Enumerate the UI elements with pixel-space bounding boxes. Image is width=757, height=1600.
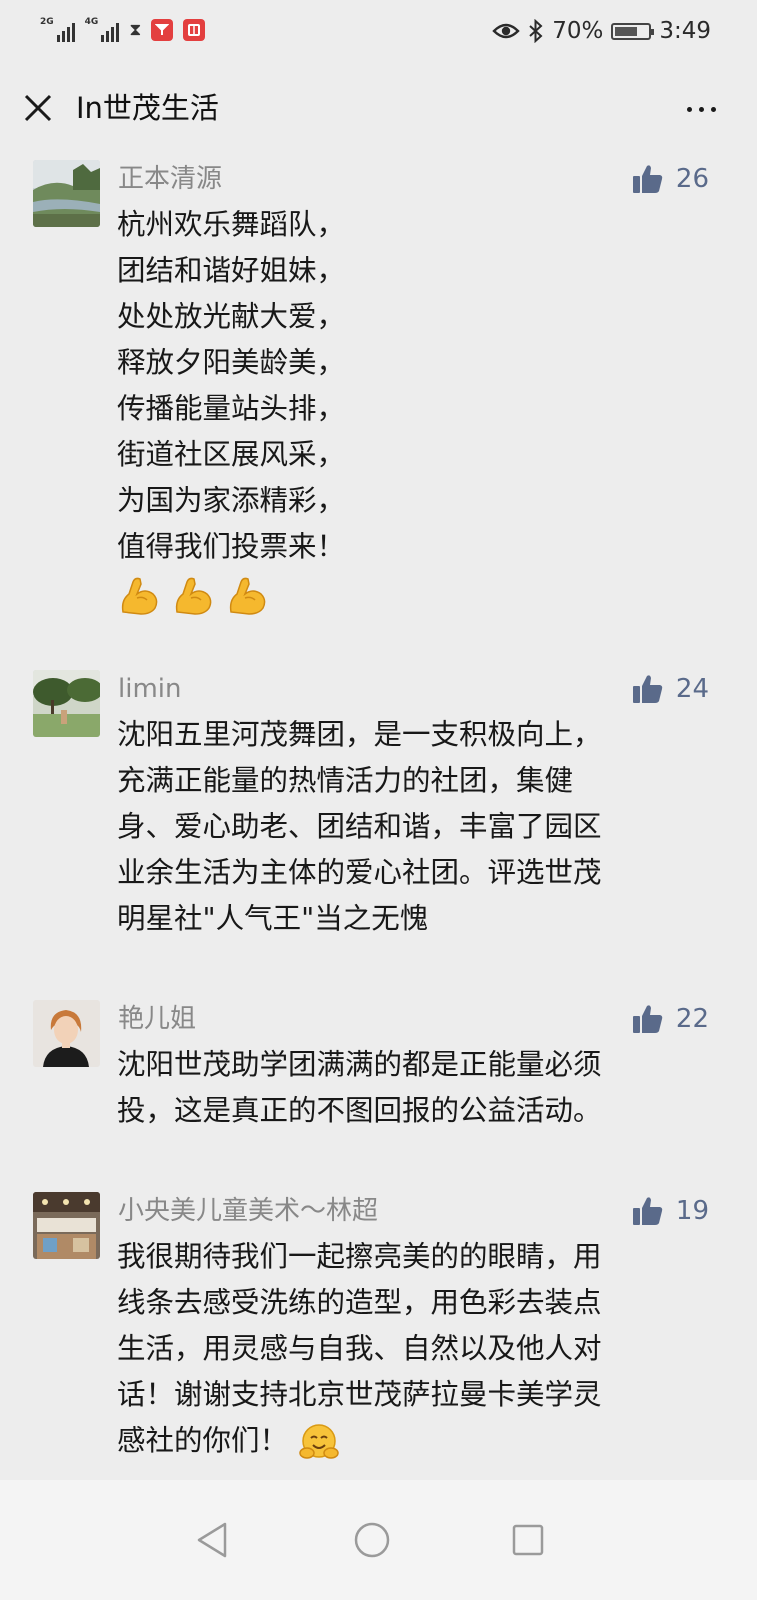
comment-line: 线条去感受洗练的造型，用色彩去装点 xyxy=(117,1286,602,1319)
dot-icon xyxy=(686,106,692,112)
comment-author: 小央美儿童美术～林超 xyxy=(118,1196,379,1226)
comment-line: 感社的你们！ xyxy=(117,1424,289,1457)
comment-line: 充满正能量的热情活力的社团，集健 xyxy=(117,764,574,797)
comment-line: 话！谢谢支持北京世茂萨拉曼卡美学灵 xyxy=(117,1378,602,1411)
signal-2g-label: 2G xyxy=(40,17,54,27)
comment-author: 正本清源 xyxy=(118,164,223,194)
signal-2g-icon: 2G xyxy=(40,18,75,42)
comment-text: 沈阳世茂助学团满满的都是正能量必须 投，这是真正的不图回报的公益活动。 xyxy=(117,1042,717,1134)
status-right: 70% 3:49 xyxy=(492,16,711,46)
comment-text: 我很期待我们一起擦亮美的的眼睛，用 线条去感受洗练的造型，用色彩去装点 生活，用… xyxy=(117,1234,717,1464)
comment-line: 处处放光献大爱， xyxy=(117,300,346,333)
battery-fill xyxy=(615,26,638,36)
hugging-face-icon xyxy=(299,1424,339,1459)
emoji-row xyxy=(117,574,717,618)
comment-author: limin xyxy=(118,674,182,704)
hourglass-icon: ⧗ xyxy=(129,20,142,40)
avatar[interactable] xyxy=(33,1192,100,1259)
thumbs-up-icon xyxy=(632,675,663,703)
comment-line: 街道社区展风采， xyxy=(117,438,346,471)
flexed-biceps-icon xyxy=(229,577,266,615)
home-circle-icon xyxy=(354,1522,390,1558)
comment-line: 传播能量站头排， xyxy=(117,392,346,425)
back-button[interactable] xyxy=(182,1510,242,1570)
dot-icon xyxy=(698,106,704,112)
thumbs-up-icon xyxy=(632,1197,663,1225)
comment-author: 艳儿姐 xyxy=(118,1004,197,1034)
app-notification-icon xyxy=(151,19,174,41)
book-app-icon xyxy=(183,19,206,41)
recents-square-icon xyxy=(512,1524,544,1556)
comment-line: 业余生活为主体的爱心社团。评选世茂 xyxy=(117,856,602,889)
status-left: 2G 4G ⧗ xyxy=(40,16,206,44)
close-button[interactable] xyxy=(20,90,56,126)
clock: 3:49 xyxy=(659,18,711,44)
comment-line: 团结和谐好姐妹， xyxy=(117,254,346,287)
system-nav-bar xyxy=(0,1480,757,1600)
battery-percent: 70% xyxy=(552,18,604,44)
like-button[interactable]: 26 xyxy=(632,162,709,196)
comment-line: 我很期待我们一起擦亮美的的眼睛，用 xyxy=(117,1240,602,1273)
avatar[interactable] xyxy=(33,1000,100,1067)
close-icon xyxy=(24,94,52,122)
recents-button[interactable] xyxy=(498,1510,558,1570)
comment-line: 沈阳五里河茂舞团，是一支积极向上， xyxy=(117,718,602,751)
like-count: 26 xyxy=(675,164,709,194)
thumbs-up-icon xyxy=(632,1005,663,1033)
eye-icon xyxy=(492,23,520,39)
comment-line-with-emoji: 感社的你们！ xyxy=(117,1418,717,1464)
comment-line: 身、爱心助老、团结和谐，丰富了园区 xyxy=(117,810,602,843)
comment-line: 值得我们投票来！ xyxy=(117,530,346,563)
flexed-biceps-icon xyxy=(121,577,158,615)
thumbs-up-icon xyxy=(632,165,663,193)
title-bar: In世茂生活 xyxy=(0,66,757,152)
comment-line: 生活，用灵感与自我、自然以及他人对 xyxy=(117,1332,602,1365)
like-count: 24 xyxy=(675,674,709,704)
like-count: 19 xyxy=(675,1196,709,1226)
comment-text: 杭州欢乐舞蹈队， 团结和谐好姐妹， 处处放光献大爱， 释放夕阳美龄美， 传播能量… xyxy=(117,202,717,618)
comment-line: 投，这是真正的不图回报的公益活动。 xyxy=(117,1094,602,1127)
battery-icon xyxy=(611,22,655,40)
comment-line: 沈阳世茂助学团满满的都是正能量必须 xyxy=(117,1048,602,1081)
like-button[interactable]: 22 xyxy=(632,1002,709,1036)
comment-line: 释放夕阳美龄美， xyxy=(117,346,346,379)
avatar[interactable] xyxy=(33,160,100,227)
comment-line: 明星社"人气王"当之无愧 xyxy=(117,902,429,935)
flexed-biceps-icon xyxy=(175,577,212,615)
comment-line: 杭州欢乐舞蹈队， xyxy=(117,208,346,241)
more-options-button[interactable] xyxy=(681,94,721,124)
like-button[interactable]: 24 xyxy=(632,672,709,706)
comment-line: 为国为家添精彩， xyxy=(117,484,346,517)
like-count: 22 xyxy=(675,1004,709,1034)
status-bar: 2G 4G ⧗ 70% 3:49 xyxy=(0,0,757,66)
bluetooth-icon xyxy=(529,19,543,43)
page-title: In世茂生活 xyxy=(76,91,219,125)
back-triangle-icon xyxy=(197,1522,227,1558)
dot-icon xyxy=(710,106,716,112)
home-button[interactable] xyxy=(342,1510,402,1570)
signal-4g-label: 4G xyxy=(84,17,99,27)
comment-text: 沈阳五里河茂舞团，是一支积极向上， 充满正能量的热情活力的社团，集健 身、爱心助… xyxy=(117,712,717,942)
avatar[interactable] xyxy=(33,670,100,737)
like-button[interactable]: 19 xyxy=(632,1194,709,1228)
signal-4g-icon: 4G xyxy=(85,18,120,42)
